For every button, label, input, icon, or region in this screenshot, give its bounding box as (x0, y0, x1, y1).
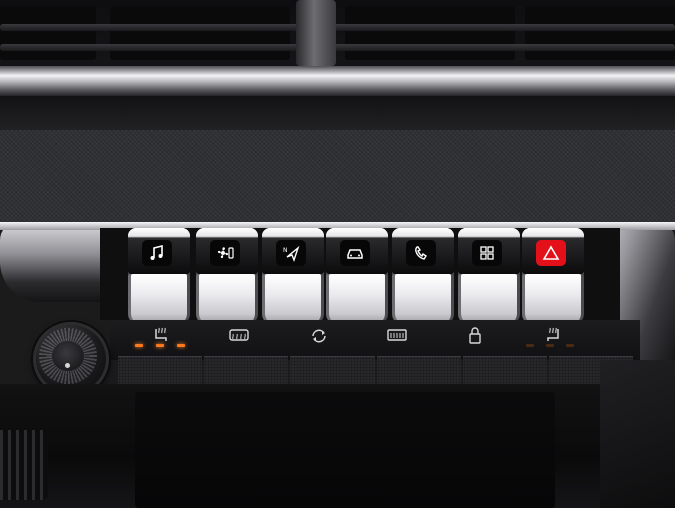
toggle-face (406, 240, 436, 266)
toggle-cap: N (262, 228, 324, 274)
flat-key-row (118, 356, 634, 385)
rear-defrost-icon (229, 329, 249, 341)
toggle-cap (392, 228, 454, 274)
knob-indicator-dot (65, 363, 70, 368)
toggle-face (472, 240, 502, 266)
fan-ventilation-icon (217, 247, 234, 259)
car-front-icon (347, 249, 363, 259)
toggle-switch-navigation[interactable]: N (262, 228, 324, 324)
console-side-panel (600, 360, 675, 508)
toggle-face: N (276, 240, 306, 266)
vent-opening (525, 6, 675, 60)
toggle-switch-vehicle[interactable] (326, 228, 388, 324)
heated-seat-right-icon (547, 327, 559, 341)
seat-heat-level-led (546, 344, 554, 347)
toggle-face (340, 240, 370, 266)
hazard-triangle-icon (542, 245, 560, 260)
toggle-lever (131, 274, 187, 324)
toggle-switch-phone[interactable] (392, 228, 454, 324)
seat-heat-level-led (156, 344, 164, 347)
toggle-lever (199, 274, 255, 324)
air-recirculation-button[interactable] (305, 325, 333, 347)
svg-text:N: N (283, 247, 288, 254)
toggle-lever (525, 274, 581, 324)
toggle-face (142, 240, 172, 266)
vent-slat (0, 24, 675, 31)
storage-tray (135, 392, 555, 508)
toggle-cap (196, 228, 258, 274)
fabric-trim-panel (0, 130, 675, 230)
toggle-lever (265, 274, 321, 324)
door-lock-button[interactable] (461, 325, 489, 347)
vent-opening (0, 6, 96, 60)
apps-grid-icon (480, 246, 494, 260)
toggle-face (536, 240, 566, 266)
toggle-cap (458, 228, 520, 274)
seat-heat-level-led (526, 344, 534, 347)
flat-key[interactable] (462, 356, 547, 385)
toggle-switch-apps[interactable] (458, 228, 520, 324)
seat-heat-level-led (135, 344, 143, 347)
navigation-arrow-icon: N (283, 245, 300, 262)
toggle-cap (128, 228, 190, 274)
phone-handset-icon (415, 246, 427, 260)
seat-heat-level-led (566, 344, 574, 347)
vent-opening (345, 6, 515, 60)
vent-opening (110, 6, 290, 60)
chrome-trim-strip (0, 66, 675, 96)
toggle-lever (461, 274, 517, 324)
music-note-icon (150, 244, 163, 260)
front-defrost-icon (387, 329, 407, 341)
toggle-switch-hazard[interactable] (522, 228, 584, 324)
door-lock-icon (469, 327, 481, 344)
toggle-lever (329, 274, 385, 324)
toggle-switch-media[interactable] (128, 228, 190, 324)
seat-heat-level-led (177, 344, 185, 347)
toggle-cap (326, 228, 388, 274)
flat-key[interactable] (290, 356, 375, 385)
side-grille (0, 430, 48, 500)
flat-key[interactable] (118, 356, 203, 385)
toggle-face (210, 240, 240, 266)
air-recirculation-icon (312, 329, 326, 343)
rear-defrost-button[interactable] (225, 325, 253, 347)
vent-direction-tab[interactable] (296, 0, 336, 66)
vent-slat (0, 44, 675, 51)
flat-key[interactable] (376, 356, 461, 385)
flat-key[interactable] (204, 356, 289, 385)
toggle-lever (395, 274, 451, 324)
front-defrost-button[interactable] (383, 325, 411, 347)
toggle-cap (522, 228, 584, 274)
heated-seat-left-icon (155, 327, 167, 341)
toggle-switch-climate[interactable] (196, 228, 258, 324)
